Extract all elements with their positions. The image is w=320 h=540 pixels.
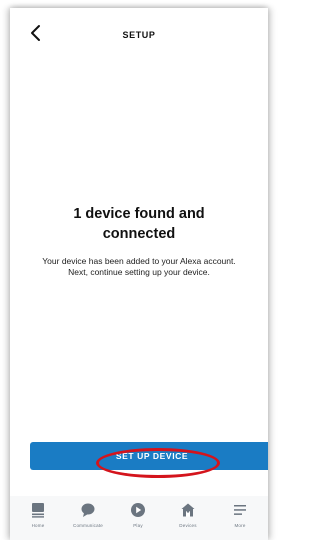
play-icon <box>131 503 145 517</box>
tab-play-label: Play <box>133 523 143 528</box>
tab-more[interactable]: More <box>220 502 260 528</box>
main-content: 1 device found and connected Your device… <box>10 204 268 278</box>
house-icon <box>181 503 195 517</box>
set-up-device-button[interactable]: SET UP DEVICE <box>30 442 268 470</box>
bottom-tab-bar: Home Communicate Play Devices More <box>10 496 268 540</box>
menu-icon <box>234 505 246 515</box>
chat-bubble-icon <box>81 503 95 517</box>
tab-devices[interactable]: Devices <box>168 502 208 528</box>
app-screen: SETUP 1 device found and connected Your … <box>10 8 268 540</box>
home-icon <box>32 503 44 518</box>
headline: 1 device found and connected <box>73 206 205 242</box>
tab-home[interactable]: Home <box>18 502 58 528</box>
body-text: Your device has been added to your Alexa… <box>42 256 236 277</box>
set-up-device-label: SET UP DEVICE <box>115 451 189 461</box>
tab-communicate[interactable]: Communicate <box>68 502 108 528</box>
tab-home-label: Home <box>31 523 45 528</box>
page-title: SETUP <box>122 30 156 40</box>
tab-communicate-label: Communicate <box>73 523 103 528</box>
tab-play[interactable]: Play <box>118 502 158 528</box>
top-bar: SETUP <box>10 8 268 52</box>
tab-more-label: More <box>234 523 246 528</box>
tab-devices-label: Devices <box>179 523 197 528</box>
